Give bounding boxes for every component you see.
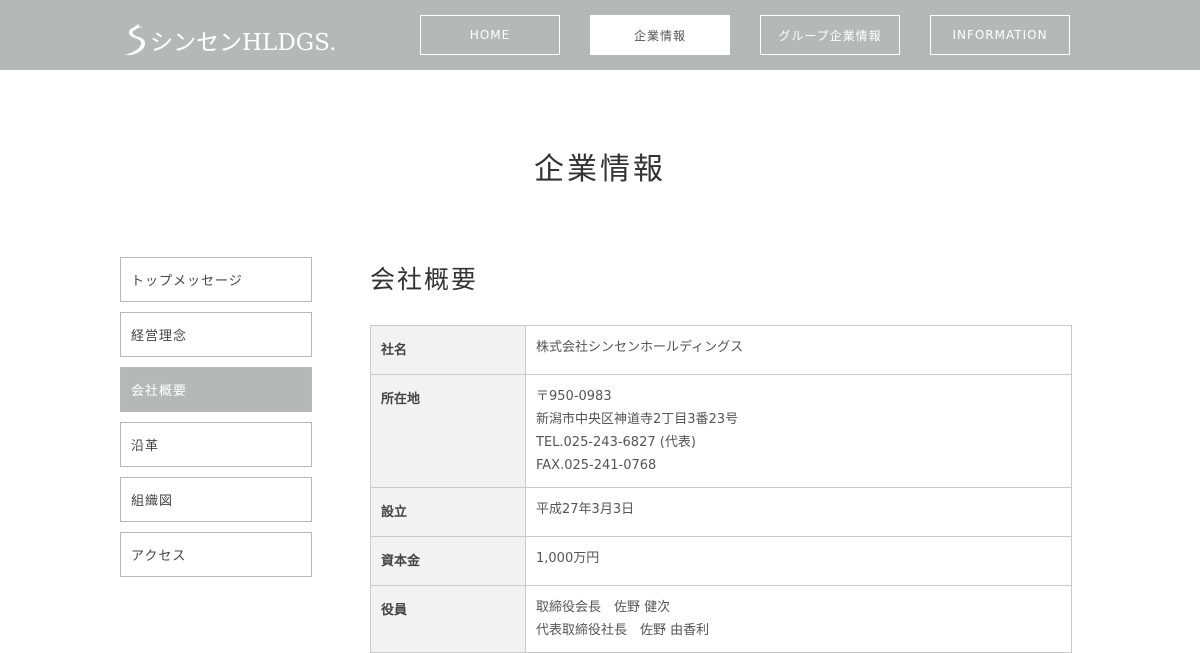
table-row: 設立 平成27年3月3日: [370, 487, 1072, 537]
fax-number: FAX.025-241-0768: [536, 458, 657, 473]
nav-group-companies-button[interactable]: グループ企業情報: [760, 15, 900, 55]
company-name-value: 株式会社シンセンホールディングス: [536, 340, 744, 355]
row-label-officers: 役員: [370, 585, 526, 653]
row-value-officers: 取締役会長 佐野 健次 代表取締役社長 佐野 由香利: [525, 585, 1072, 653]
officer-chairman: 取締役会長 佐野 健次: [536, 600, 671, 615]
nav-information-button[interactable]: INFORMATION: [930, 15, 1070, 55]
row-label-established: 設立: [370, 487, 526, 537]
table-row: 社名 株式会社シンセンホールディングス: [370, 325, 1072, 375]
sidebar-item-access[interactable]: アクセス: [120, 532, 312, 577]
row-label-company-name: 社名: [370, 325, 526, 375]
table-row: 所在地 〒950-0983 新潟市中央区神道寺2丁目3番23号 TEL.025-…: [370, 374, 1072, 488]
site-header: シンセンHLDGS. HOME 企業情報 グループ企業情報 INFORMATIO…: [0, 0, 1200, 70]
established-date: 平成27年3月3日: [536, 502, 635, 517]
logo-text: シンセンHLDGS.: [150, 30, 337, 56]
table-row: 役員 取締役会長 佐野 健次 代表取締役社長 佐野 由香利: [370, 585, 1072, 653]
postal-code: 〒950-0983: [536, 389, 612, 404]
sidebar-item-top-message[interactable]: トップメッセージ: [120, 257, 312, 302]
swirl-s-logo-icon: [125, 24, 145, 56]
row-label-address: 所在地: [370, 374, 526, 488]
sidebar-item-philosophy[interactable]: 経営理念: [120, 312, 312, 357]
page-title: 企業情報: [534, 152, 666, 187]
site-logo[interactable]: シンセンHLDGS.: [122, 22, 336, 58]
nav-home-button[interactable]: HOME: [420, 15, 560, 55]
row-label-capital: 資本金: [370, 536, 526, 586]
sidebar-item-org-chart[interactable]: 組織図: [120, 477, 312, 522]
sidebar-item-history[interactable]: 沿革: [120, 422, 312, 467]
capital-amount: 1,000万円: [536, 551, 600, 566]
sidebar-item-company-overview[interactable]: 会社概要: [120, 367, 312, 412]
section-title: 会社概要: [370, 265, 479, 294]
row-value-company-name: 株式会社シンセンホールディングス: [525, 325, 1072, 375]
phone-number: TEL.025-243-6827 (代表): [536, 435, 696, 450]
officer-president: 代表取締役社長 佐野 由香利: [536, 623, 710, 638]
company-overview-table: 社名 株式会社シンセンホールディングス 所在地 〒950-0983 新潟市中央区…: [370, 325, 1072, 653]
row-value-established: 平成27年3月3日: [525, 487, 1072, 537]
nav-corporate-info-button[interactable]: 企業情報: [590, 15, 730, 55]
table-row: 資本金 1,000万円: [370, 536, 1072, 586]
row-value-address: 〒950-0983 新潟市中央区神道寺2丁目3番23号 TEL.025-243-…: [525, 374, 1072, 488]
row-value-capital: 1,000万円: [525, 536, 1072, 586]
street-address: 新潟市中央区神道寺2丁目3番23号: [536, 412, 739, 427]
